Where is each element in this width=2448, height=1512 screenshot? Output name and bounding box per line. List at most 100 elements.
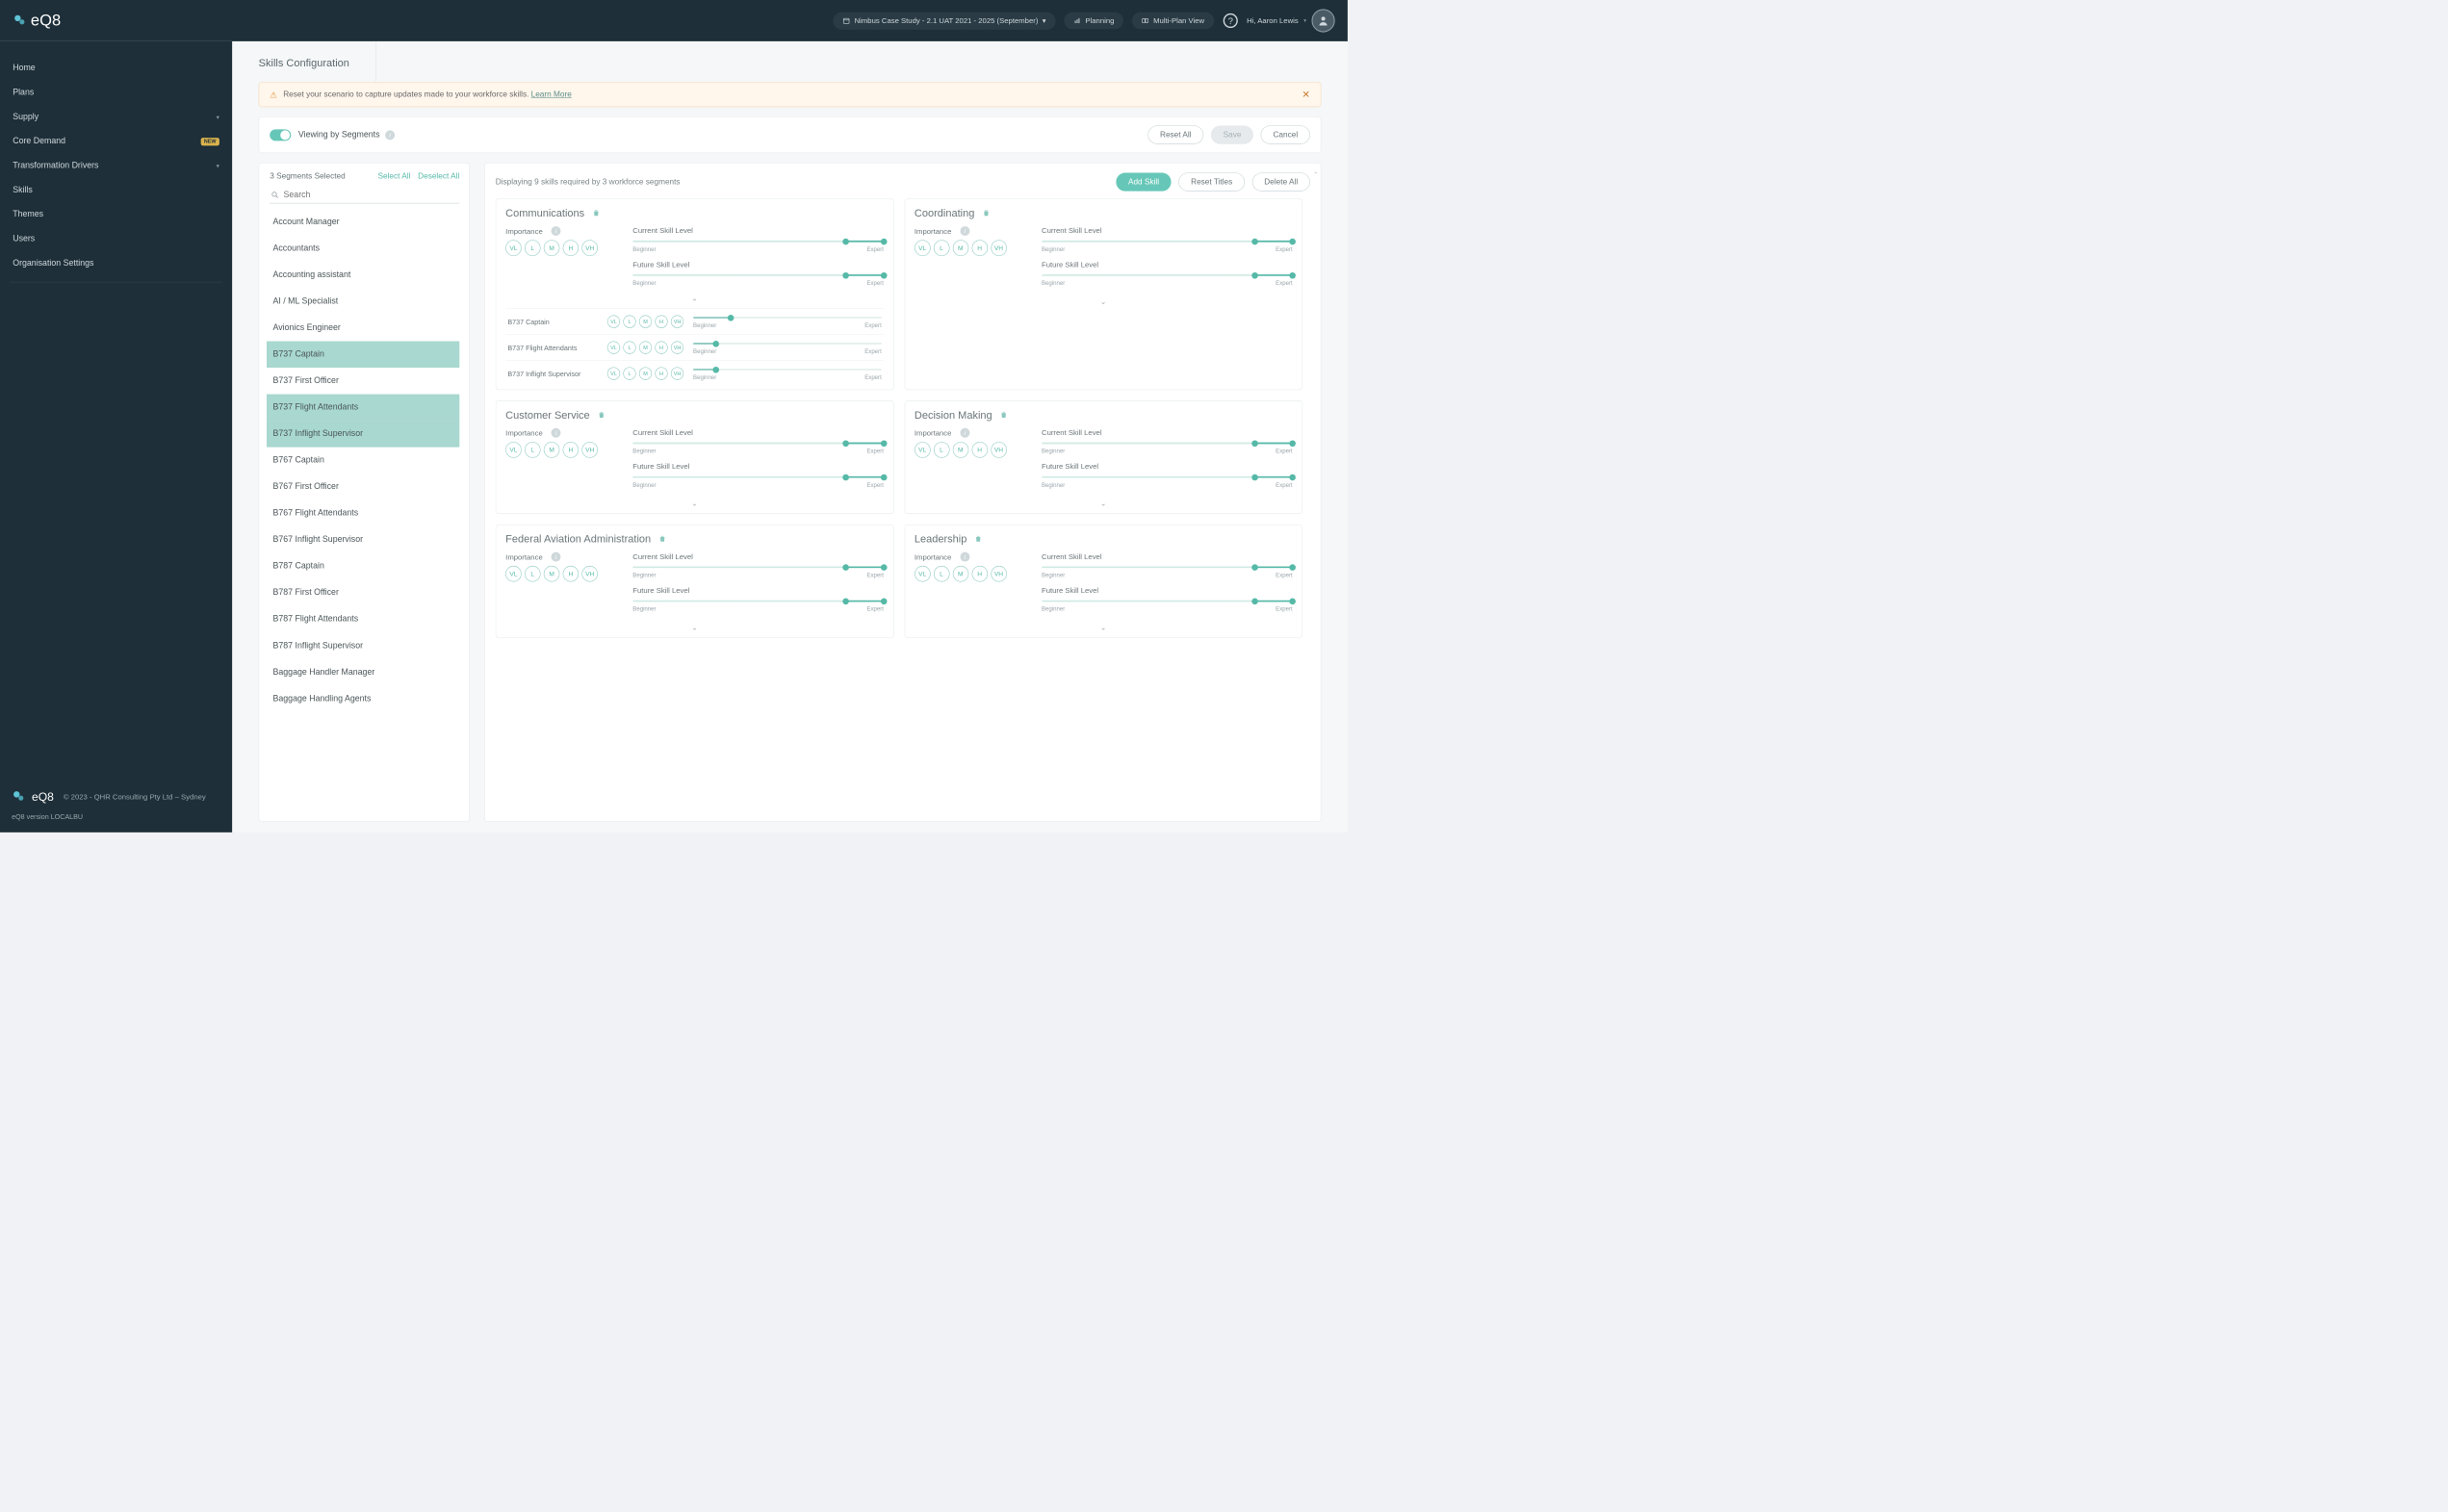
importance-pill[interactable]: L [623,367,635,379]
importance-pill[interactable]: H [563,566,580,582]
importance-pill[interactable]: VL [915,442,931,458]
reset-all-button[interactable]: Reset All [1147,125,1203,143]
importance-pill[interactable]: VH [671,316,683,328]
skill-slider[interactable] [1042,564,1293,572]
importance-pill[interactable]: H [971,442,988,458]
nav-users[interactable]: Users [0,227,232,251]
importance-pill[interactable]: M [953,240,969,256]
segment-item[interactable]: AI / ML Specialist [267,288,459,315]
help-icon[interactable]: ? [1223,13,1239,29]
importance-pill[interactable]: M [953,442,969,458]
info-icon[interactable]: i [552,428,561,438]
search-input[interactable] [284,191,459,200]
skill-slider[interactable] [1042,271,1293,279]
planning-button[interactable]: Planning [1064,13,1123,30]
nav-core-demand[interactable]: Core DemandNEW [0,129,232,153]
info-icon[interactable]: i [960,428,969,438]
importance-pill[interactable]: VL [505,442,522,458]
delete-all-button[interactable]: Delete All [1252,172,1310,191]
nav-home[interactable]: Home [0,56,232,80]
deselect-all-link[interactable]: Deselect All [418,171,459,180]
importance-pill[interactable]: VH [991,240,1007,256]
select-all-link[interactable]: Select All [377,171,410,180]
segment-item[interactable]: B787 First Officer [267,579,459,606]
segment-item[interactable]: Baggage Handler Manager [267,659,459,686]
skill-slider[interactable] [1042,598,1293,605]
importance-pill[interactable]: M [639,367,652,379]
segment-item[interactable]: B767 Captain [267,448,459,474]
skill-slider[interactable] [632,271,884,279]
info-icon[interactable]: i [960,226,969,236]
nav-org-settings[interactable]: Organisation Settings [0,251,232,275]
importance-pill[interactable]: VH [581,442,598,458]
importance-pill[interactable]: VL [915,566,931,582]
detail-slider[interactable] [693,366,882,373]
importance-pill[interactable]: L [934,566,950,582]
segment-item[interactable]: Baggage Handling Agents [267,685,459,712]
skill-slider[interactable] [632,238,884,245]
chevron-up-icon[interactable]: ⌃ [505,293,884,308]
segment-item[interactable]: B767 First Officer [267,474,459,500]
importance-pill[interactable]: M [953,566,969,582]
importance-pill[interactable]: L [525,566,541,582]
importance-pill[interactable]: L [525,442,541,458]
chevron-up-icon[interactable]: ⌃ [1313,170,1317,178]
importance-pill[interactable]: VL [607,367,620,379]
trash-icon[interactable] [974,534,983,544]
importance-pill[interactable]: H [971,240,988,256]
reset-titles-button[interactable]: Reset Titles [1178,172,1244,191]
info-icon[interactable]: i [552,226,561,236]
importance-pill[interactable]: VL [505,240,522,256]
importance-pill[interactable]: VH [581,566,598,582]
importance-pill[interactable]: VL [915,240,931,256]
importance-pill[interactable]: L [525,240,541,256]
chevron-down-icon[interactable]: ⌄ [505,619,884,634]
detail-slider[interactable] [693,314,882,321]
importance-pill[interactable]: L [623,342,635,354]
importance-pill[interactable]: VL [505,566,522,582]
segment-item[interactable]: B737 Captain [267,342,459,369]
importance-pill[interactable]: VH [991,566,1007,582]
chevron-down-icon[interactable]: ⌄ [915,619,1293,634]
save-button[interactable]: Save [1211,125,1253,143]
segment-item[interactable]: B787 Captain [267,553,459,580]
trash-icon[interactable] [658,534,667,544]
skill-slider[interactable] [632,598,884,605]
nav-transformation[interactable]: Transformation Drivers▾ [0,154,232,178]
nav-supply[interactable]: Supply▾ [0,105,232,129]
importance-pill[interactable]: L [934,240,950,256]
skill-slider[interactable] [632,474,884,481]
skill-slider[interactable] [1042,440,1293,448]
info-icon[interactable]: i [552,552,561,562]
skill-slider[interactable] [1042,474,1293,481]
importance-pill[interactable]: H [655,316,667,328]
chevron-down-icon[interactable]: ⌄ [505,495,884,510]
learn-more-link[interactable]: Learn More [531,90,572,99]
case-study-dropdown[interactable]: Nimbus Case Study - 2.1 UAT 2021 - 2025 … [834,12,1056,29]
brand-logo[interactable]: eQ8 [13,12,61,30]
segment-item[interactable]: B737 First Officer [267,368,459,395]
trash-icon[interactable] [982,209,991,218]
skill-slider[interactable] [632,564,884,572]
view-toggle[interactable] [270,129,291,141]
trash-icon[interactable] [999,411,1008,421]
nav-plans[interactable]: Plans [0,81,232,105]
nav-skills[interactable]: Skills [0,178,232,202]
detail-slider[interactable] [693,340,882,347]
importance-pill[interactable]: VH [671,342,683,354]
chevron-down-icon[interactable]: ▾ [1303,17,1306,23]
importance-pill[interactable]: M [544,442,560,458]
importance-pill[interactable]: H [563,442,580,458]
segment-item[interactable]: B767 Inflight Supervisor [267,526,459,553]
importance-pill[interactable]: M [544,240,560,256]
segments-list[interactable]: Account ManagerAccountantsAccounting ass… [267,209,463,817]
segment-item[interactable]: B767 Flight Attendants [267,500,459,527]
importance-pill[interactable]: VL [607,316,620,328]
importance-pill[interactable]: H [655,367,667,379]
importance-pill[interactable]: VH [581,240,598,256]
importance-pill[interactable]: VL [607,342,620,354]
segment-item[interactable]: Accountants [267,235,459,262]
trash-icon[interactable] [592,209,601,218]
importance-pill[interactable]: L [934,442,950,458]
segment-item[interactable]: B787 Inflight Supervisor [267,632,459,659]
